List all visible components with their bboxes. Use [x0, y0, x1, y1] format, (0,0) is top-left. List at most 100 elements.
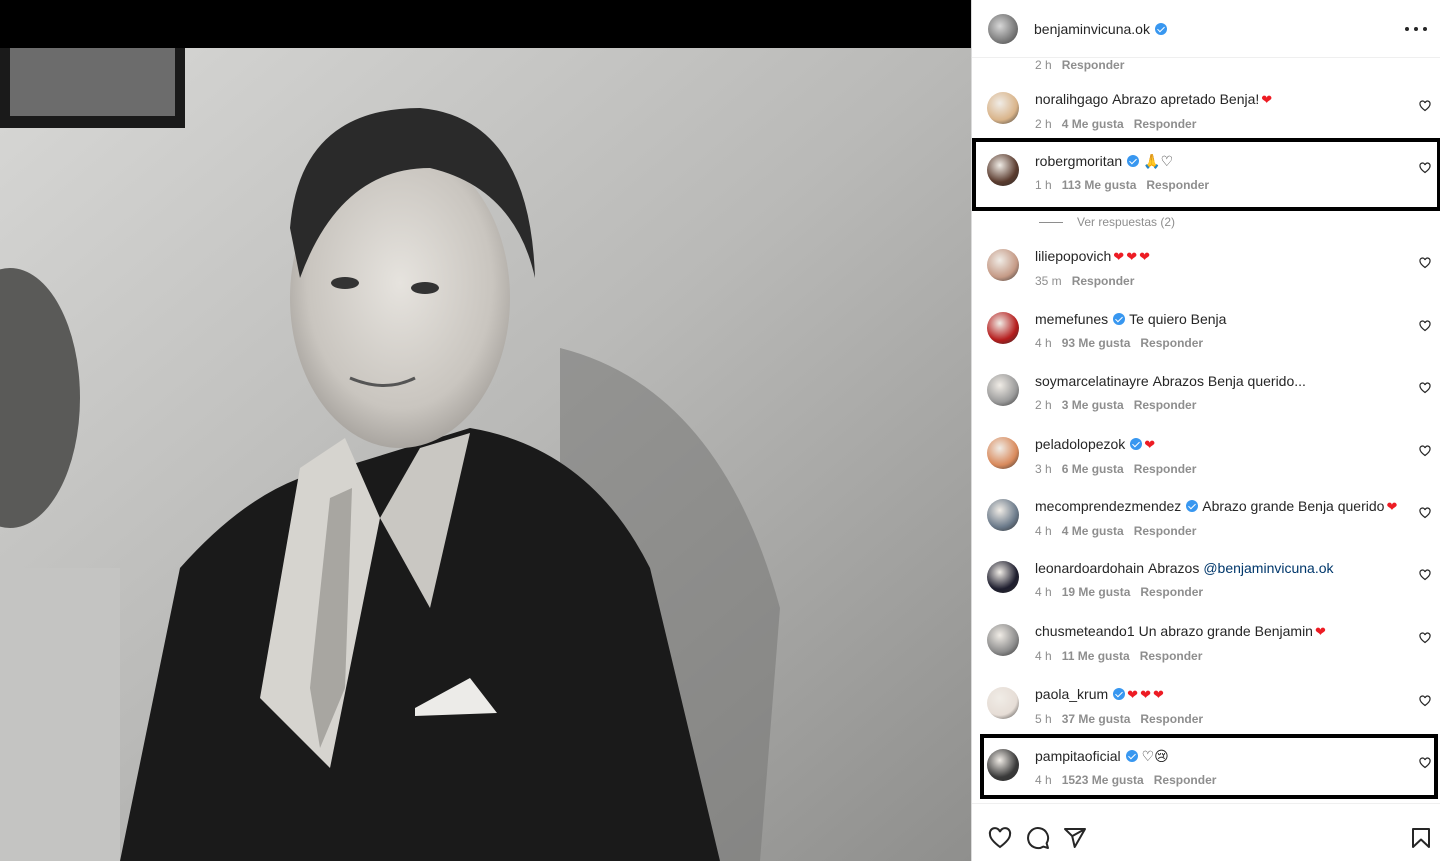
reply-button[interactable]: Responder [1134, 117, 1197, 131]
like-comment-icon[interactable] [1419, 695, 1431, 707]
comment-body: noralihgago Abrazo apretado Benja! ❤ 2 h 4 M… [1035, 90, 1395, 131]
comment-body: mecomprendezmendez Abrazo grande Benja qu… [1035, 497, 1398, 538]
like-comment-icon[interactable] [1419, 162, 1431, 174]
post-photo-area [0, 0, 971, 861]
comment-time[interactable]: 4 h [1035, 524, 1052, 538]
likes-count[interactable]: 37 Me gusta [1062, 712, 1131, 726]
comment-time[interactable]: 4 h [1035, 585, 1052, 599]
likes-count[interactable]: 11 Me gusta [1062, 649, 1130, 663]
mention-link[interactable]: @benjaminvicuna.ok [1203, 560, 1333, 576]
avatar[interactable] [987, 749, 1019, 781]
reply-button[interactable]: Responder [1140, 585, 1203, 599]
comment-paola_krum: paola_krum ❤ ❤ ❤ 5 h 37 Me gusta Responder [972, 685, 1440, 747]
comment-meta: 4 h 1523 Me gusta Responder [1035, 773, 1395, 787]
reply-button[interactable]: Responder [1140, 336, 1203, 350]
comment-username[interactable]: pampitaoficial [1035, 748, 1121, 764]
more-icon[interactable] [1405, 19, 1427, 39]
comment-memefunes: memefunes Te quiero Benja 4 h 93 Me gusta Re… [972, 310, 1440, 372]
comment-time[interactable]: 2 h [1035, 117, 1052, 131]
comment-body: robergmoritan 🙏♡ 1 h 113 Me gusta Responder [1035, 152, 1395, 192]
view-replies-button[interactable]: Ver respuestas (2) [1039, 215, 1175, 229]
comment-text: pampitaoficial ♡😢 [1035, 747, 1395, 765]
avatar[interactable] [987, 374, 1019, 406]
author-username[interactable]: benjaminvicuna.ok [1034, 21, 1167, 37]
verified-icon [1113, 688, 1126, 700]
reply-button[interactable]: Responder [1154, 773, 1217, 787]
comments-list[interactable]: 2 h Responder noralihgago Abrazo apretado … [972, 58, 1440, 803]
comment-username[interactable]: liliepopovich [1035, 248, 1111, 264]
reply-button[interactable]: Responder [1140, 712, 1203, 726]
comment-meta: 5 h 37 Me gusta Responder [1035, 712, 1395, 726]
likes-count[interactable]: 93 Me gusta [1062, 336, 1131, 350]
like-comment-icon[interactable] [1419, 445, 1431, 457]
like-comment-icon[interactable] [1419, 382, 1431, 394]
avatar[interactable] [987, 499, 1019, 531]
comment-username[interactable]: memefunes [1035, 311, 1108, 327]
like-comment-icon[interactable] [1419, 257, 1431, 269]
avatar[interactable] [987, 437, 1019, 469]
reply-button[interactable]: Responder [1134, 524, 1197, 538]
likes-count[interactable]: 4 Me gusta [1062, 117, 1124, 131]
reply-button[interactable]: Responder [1134, 462, 1197, 476]
likes-count[interactable]: 6 Me gusta [1062, 462, 1124, 476]
comment-time[interactable]: 4 h [1035, 649, 1052, 663]
like-comment-icon[interactable] [1419, 757, 1431, 769]
comment-message: Te quiero Benja [1129, 311, 1227, 327]
comment-username[interactable]: soymarcelatinayre [1035, 373, 1149, 389]
avatar[interactable] [987, 312, 1019, 344]
like-comment-icon[interactable] [1419, 632, 1431, 644]
comment-username[interactable]: mecomprendezmendez [1035, 498, 1181, 514]
share-icon[interactable] [1063, 826, 1087, 850]
comment-username[interactable]: leonardoardohain [1035, 560, 1144, 576]
heart-icon[interactable] [988, 826, 1012, 850]
comment-text: mecomprendezmendez Abrazo grande Benja qu… [1035, 497, 1398, 516]
avatar[interactable] [987, 92, 1019, 124]
comment-time[interactable]: 5 h [1035, 712, 1052, 726]
comment-time[interactable]: 4 h [1035, 336, 1052, 350]
reply-button[interactable]: Responder [1140, 649, 1203, 663]
comment-time[interactable]: 35 m [1035, 274, 1062, 288]
like-comment-icon[interactable] [1419, 507, 1431, 519]
likes-count[interactable]: 3 Me gusta [1062, 398, 1124, 412]
comment-username[interactable]: noralihgago [1035, 91, 1108, 107]
like-comment-icon[interactable] [1419, 569, 1431, 581]
comment-message: Un abrazo grande Benjamin [1138, 623, 1313, 639]
likes-count[interactable]: 19 Me gusta [1062, 585, 1131, 599]
comment-icon[interactable] [1026, 826, 1050, 850]
bookmark-icon[interactable] [1409, 826, 1433, 850]
reply-button[interactable]: Responder [1146, 178, 1209, 192]
comment-time[interactable]: 4 h [1035, 773, 1052, 787]
likes-count[interactable]: 4 Me gusta [1062, 524, 1124, 538]
comment-username[interactable]: robergmoritan [1035, 153, 1122, 169]
post-photo[interactable] [0, 48, 971, 861]
avatar[interactable] [987, 624, 1019, 656]
avatar[interactable] [987, 561, 1019, 593]
comment-username[interactable]: peladolopezok [1035, 436, 1125, 452]
red-heart-icon: ❤ [1152, 687, 1164, 702]
likes-count[interactable]: 113 Me gusta [1062, 178, 1137, 192]
red-heart-icon: ❤ [1386, 499, 1398, 514]
comment-time[interactable]: 1 h [1035, 178, 1052, 192]
author-avatar[interactable] [988, 13, 1018, 44]
avatar[interactable] [987, 687, 1019, 719]
comment-message: Abrazo apretado Benja! [1112, 91, 1260, 107]
comment-username[interactable]: chusmeteando1 [1035, 623, 1135, 639]
photo-top-bar [0, 0, 971, 48]
comment-time[interactable]: 3 h [1035, 462, 1052, 476]
like-comment-icon[interactable] [1419, 320, 1431, 332]
comment-text: liliepopovich ❤ ❤ ❤ [1035, 247, 1395, 266]
likes-count[interactable]: 1523 Me gusta [1062, 773, 1144, 787]
reply-button[interactable]: Responder [1072, 274, 1135, 288]
post-actions-bar [972, 803, 1440, 861]
comment-text: memefunes Te quiero Benja [1035, 310, 1395, 328]
like-comment-icon[interactable] [1419, 100, 1431, 112]
red-heart-icon: ❤ [1144, 437, 1156, 452]
avatar[interactable] [987, 154, 1019, 186]
comment-username[interactable]: paola_krum [1035, 686, 1108, 702]
replies-line [1039, 221, 1063, 223]
reply-button[interactable]: Responder [1134, 398, 1197, 412]
comment-message: Abrazos Benja querido... [1152, 373, 1306, 389]
comment-time[interactable]: 2 h [1035, 398, 1052, 412]
reply-button[interactable]: Responder [1062, 58, 1125, 72]
avatar[interactable] [987, 249, 1019, 281]
